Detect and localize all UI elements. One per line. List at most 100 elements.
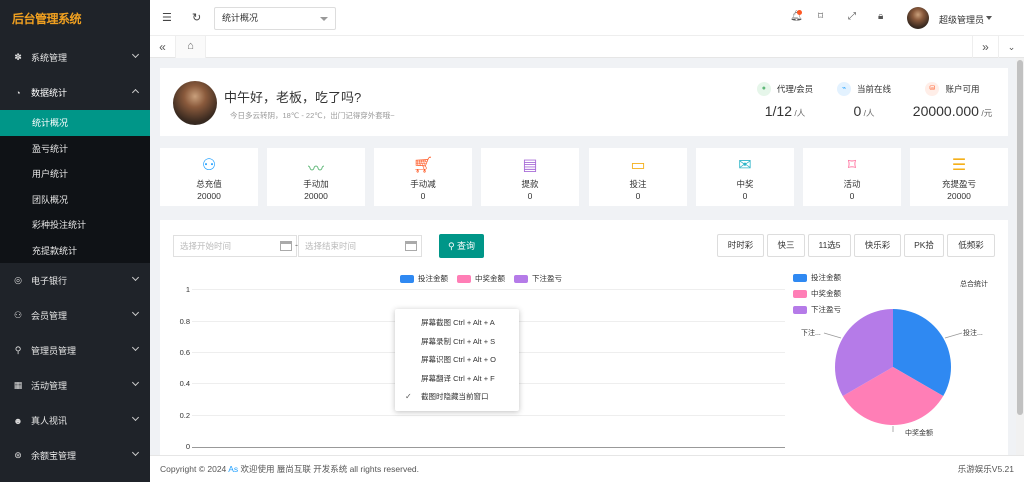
greeting-card: 中午好，老板，吃了吗? 今日多云转阴，18℃ - 22℃，出门记得穿外套哦~ ●… (160, 68, 1008, 136)
sidebar-item-members[interactable]: ⚇ 会员管理 (0, 298, 150, 333)
legend-swatch (793, 273, 807, 282)
calendar-icon (405, 241, 417, 251)
notification-dot (797, 10, 802, 15)
pie-legend-bet[interactable]: 投注金额 (793, 272, 841, 283)
pie-label-bet: 投注... (963, 330, 983, 337)
lottery-btn-k3[interactable]: 快三 (767, 234, 805, 257)
pulse-icon: 〰 (307, 161, 324, 178)
sidebar-item-live[interactable]: ☻ 真人视讯 (0, 403, 150, 438)
quick-card-manual-add[interactable]: 〰手动加 20000 (267, 148, 365, 206)
quick-card-activity[interactable]: ⌑ 活动 0 (803, 148, 901, 206)
quick-card-total-deposit[interactable]: ⚇ 总充值 20000 (160, 148, 258, 206)
chevron-up-icon (131, 88, 140, 97)
lottery-btn-dp[interactable]: 低频彩 (947, 234, 995, 257)
sidebar-item-system[interactable]: ✽ 系统管理 (0, 40, 150, 75)
sidebar-item-admins[interactable]: ⚲ 管理员管理 (0, 333, 150, 368)
avatar[interactable] (907, 7, 929, 29)
tab-next-button[interactable]: » (972, 36, 998, 58)
chevron-down-icon (131, 308, 140, 317)
fullscreen-icon[interactable]: ⤢ (848, 11, 856, 22)
folder-icon: ▭ (630, 157, 646, 174)
chevron-down-icon (131, 378, 140, 387)
footer-version: 乐游娱乐V5.21 (957, 464, 1014, 474)
sidebar-subitem-overview[interactable]: 统计概况 (0, 110, 150, 136)
tab-bar: « ⌂ » ⌄ (150, 36, 1024, 58)
greeting-subtitle: 今日多云转阴，18℃ - 22℃，出门记得穿外套哦~ (230, 111, 395, 120)
tab-menu-button[interactable]: ⌄ (998, 36, 1024, 58)
menu-item-translate[interactable]: 屏幕翻译 Ctrl + Alt + F (395, 370, 519, 389)
y-tick: 0.2 (179, 411, 190, 420)
legend-swatch (793, 289, 807, 298)
refresh-icon[interactable]: ↻ (192, 11, 201, 24)
sidebar-subitem-profit[interactable]: 盈亏统计 (0, 135, 150, 161)
cart-icon: ⛁ (925, 82, 940, 96)
group-icon: ☻ (13, 415, 23, 426)
scrollbar[interactable] (1016, 58, 1024, 455)
quick-card-withdraw[interactable]: ▤ 提款 0 (481, 148, 579, 206)
sidebar-subitem-lottery[interactable]: 彩种投注统计 (0, 212, 150, 238)
scrollbar-thumb[interactable] (1017, 60, 1023, 415)
menu-item-screenshot[interactable]: 屏幕截图 Ctrl + Alt + A (395, 314, 519, 333)
pie-legend-win[interactable]: 中奖金额 (793, 288, 841, 299)
legend-swatch (457, 274, 471, 283)
online-icon: ⌁ (836, 82, 851, 96)
caret-down-icon[interactable] (986, 16, 992, 20)
sidebar-item-stats[interactable]: ◔ 数据统计 (0, 75, 150, 110)
legend-win[interactable]: 中奖金额 (457, 273, 505, 284)
sidebar-item-bank[interactable]: ◎ 电子银行 (0, 263, 150, 298)
lottery-btn-pk10[interactable]: PK拾 (904, 234, 944, 257)
greeting-title: 中午好，老板，吃了吗? (224, 90, 362, 105)
quick-card-bet[interactable]: ▭ 投注 0 (589, 148, 687, 206)
chevron-down-icon (131, 448, 140, 457)
pie-leader-line (944, 332, 963, 339)
caret-down-icon (320, 17, 328, 21)
lock-icon[interactable]: 🔒︎ (878, 11, 883, 22)
footer: Copyright © 2024 As 欢迎使用 蜃尚互联 开发系统 all r… (150, 455, 1024, 482)
sidebar-subitem-deposit[interactable]: 充提款统计 (0, 237, 150, 263)
footer-brand-link[interactable]: As (228, 464, 238, 474)
gear-icon: ✽ (14, 52, 22, 62)
menu-item-hide-window[interactable]: ✓ 截图时隐藏当前窗口 (395, 388, 519, 407)
menu-item-record[interactable]: 屏幕录制 Ctrl + Alt + S (395, 333, 519, 352)
tab-home[interactable]: ⌂ (176, 36, 206, 58)
menu-toggle-icon[interactable]: ☰ (162, 11, 172, 24)
check-icon: ✓ (405, 392, 412, 401)
sidebar-item-yuebao[interactable]: ⊛ 余额宝管理 (0, 438, 150, 473)
pie-leader-line (823, 332, 842, 339)
stat-agents: ● 代理/会员 1/12 /人 (740, 82, 830, 119)
users-icon: ● (756, 82, 771, 96)
lottery-btn-ssc[interactable]: 时时彩 (717, 234, 764, 257)
sidebar-subitem-users[interactable]: 用户统计 (0, 161, 150, 187)
legend-bet[interactable]: 投注金额 (400, 273, 448, 284)
chevron-down-icon (131, 343, 140, 352)
quick-card-profit[interactable]: ☰ 充提盈亏 20000 (910, 148, 1008, 206)
sidebar-subitem-team[interactable]: 团队概况 (0, 186, 150, 212)
tag-icon[interactable]: ⌑ (818, 11, 823, 22)
quick-card-manual-sub[interactable]: 🛒︎ 手动减 0 (374, 148, 472, 206)
lottery-btn-11x5[interactable]: 11选5 (808, 234, 851, 257)
lottery-btn-klc[interactable]: 快乐彩 (854, 234, 901, 257)
dashboard-icon: ◔ (15, 87, 21, 98)
calendar-icon (280, 241, 292, 251)
user-name[interactable]: 超级管理员 (939, 13, 984, 26)
logo: 后台管理系统 (12, 11, 82, 26)
coin-icon: ◎ (14, 275, 22, 285)
pie-chart (823, 309, 963, 432)
legend-swatch (514, 274, 528, 283)
menu-item-recognize[interactable]: 屏幕识图 Ctrl + Alt + O (395, 351, 519, 370)
sidebar-item-activity[interactable]: ▦ 活动管理 (0, 368, 150, 403)
quick-card-win[interactable]: ✉ 中奖 0 (696, 148, 794, 206)
page-select[interactable]: 统计概况 (214, 7, 336, 30)
legend-profit[interactable]: 下注盈亏 (514, 273, 562, 284)
grid-line (192, 415, 785, 416)
pie-title: 总合统计 (960, 281, 988, 288)
legend-swatch (400, 274, 414, 283)
y-tick: 0 (185, 442, 190, 451)
start-date-input[interactable]: 选择开始时间 (173, 235, 297, 257)
tab-prev-button[interactable]: « (150, 36, 176, 58)
users-icon: ⚇ (13, 310, 23, 320)
y-tick: 0.6 (179, 348, 190, 357)
user-icon: ⚲ (14, 345, 22, 355)
end-date-input[interactable]: 选择结束时间 (298, 235, 422, 257)
query-button[interactable]: ⚲ 查询 (439, 234, 484, 258)
